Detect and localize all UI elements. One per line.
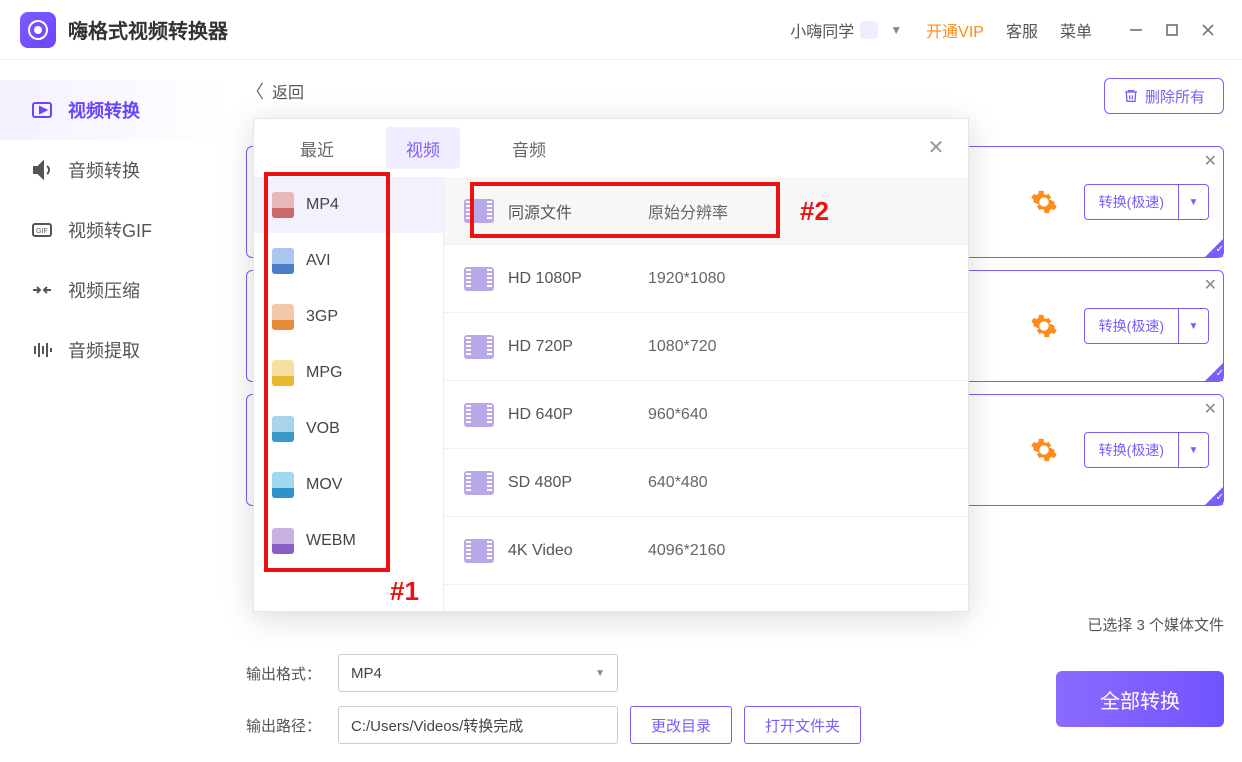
resolution-item[interactable]: HD 640P960*640	[444, 381, 968, 449]
format-list[interactable]: MP4 AVI 3GP MPG VOB MOV WEBM	[254, 177, 444, 611]
file-icon	[272, 416, 294, 442]
output-path-input[interactable]: C:/Users/Videos/转换完成	[338, 706, 618, 744]
film-icon	[464, 471, 494, 495]
film-icon	[464, 539, 494, 563]
titlebar: 嗨格式视频转换器 小嗨同学 ▼ 开通VIP 客服 菜单	[0, 0, 1242, 60]
extract-icon	[30, 338, 54, 362]
minimize-button[interactable]	[1122, 16, 1150, 44]
resolution-list[interactable]: 同源文件原始分辨率 HD 1080P1920*1080 HD 720P1080*…	[444, 177, 968, 611]
convert-button[interactable]: 转换(极速)	[1084, 184, 1179, 220]
output-format-label: 输出格式：	[246, 663, 326, 684]
sidebar-item-video-compress[interactable]: 视频压缩	[0, 260, 228, 320]
format-item-avi[interactable]: AVI	[254, 233, 443, 289]
sidebar-label: 音频转换	[68, 157, 140, 183]
film-icon	[464, 403, 494, 427]
close-button[interactable]	[1194, 16, 1222, 44]
popup-tab-audio[interactable]: 音频	[492, 127, 566, 169]
convert-button[interactable]: 转换(极速)	[1084, 432, 1179, 468]
format-item-3gp[interactable]: 3GP	[254, 289, 443, 345]
format-popup: 最近 视频 音频 ✕ MP4 AVI 3GP MPG VOB MOV WEBM …	[253, 118, 969, 612]
chevron-left-icon: 〈	[246, 78, 264, 104]
film-icon	[464, 199, 494, 223]
resolution-item[interactable]: SD 480P640*480	[444, 449, 968, 517]
sidebar-item-video-convert[interactable]: 视频转换	[0, 80, 228, 140]
sidebar-item-audio-extract[interactable]: 音频提取	[0, 320, 228, 380]
settings-icon[interactable]	[1030, 188, 1058, 216]
file-icon	[272, 304, 294, 330]
file-icon	[272, 528, 294, 554]
support-link[interactable]: 客服	[1006, 18, 1038, 42]
popup-tab-video[interactable]: 视频	[386, 127, 460, 169]
file-icon	[272, 360, 294, 386]
audio-convert-icon	[30, 158, 54, 182]
convert-button[interactable]: 转换(极速)	[1084, 308, 1179, 344]
delete-all-button[interactable]: 删除所有	[1104, 78, 1224, 114]
change-dir-button[interactable]: 更改目录	[630, 706, 732, 744]
user-dropdown-caret[interactable]: ▼	[890, 23, 902, 37]
convert-dropdown[interactable]: ▼	[1179, 308, 1209, 344]
format-item-mov[interactable]: MOV	[254, 457, 443, 513]
video-convert-icon	[30, 98, 54, 122]
film-icon	[464, 335, 494, 359]
gif-icon: GIF	[30, 218, 54, 242]
sidebar: 视频转换 音频转换 GIF 视频转GIF 视频压缩 音频提取	[0, 60, 228, 762]
sidebar-label: 视频压缩	[68, 277, 140, 303]
file-icon	[272, 248, 294, 274]
film-icon	[464, 267, 494, 291]
checkmark-icon	[1205, 363, 1223, 381]
card-close-icon[interactable]: ✕	[1204, 399, 1217, 419]
convert-all-button[interactable]: 全部转换	[1056, 671, 1224, 727]
format-item-vob[interactable]: VOB	[254, 401, 443, 457]
resolution-item[interactable]: HD 720P1080*720	[444, 313, 968, 381]
maximize-button[interactable]	[1158, 16, 1186, 44]
settings-icon[interactable]	[1030, 312, 1058, 340]
back-button[interactable]: 〈 返回	[246, 78, 1224, 104]
compress-icon	[30, 278, 54, 302]
popup-close-icon[interactable]: ✕	[922, 133, 950, 161]
sidebar-label: 视频转换	[68, 97, 140, 123]
selection-status: 已选择 3 个媒体文件	[1087, 614, 1224, 635]
format-item-mpg[interactable]: MPG	[254, 345, 443, 401]
sidebar-item-video-gif[interactable]: GIF 视频转GIF	[0, 200, 228, 260]
settings-icon[interactable]	[1030, 436, 1058, 464]
checkmark-icon	[1205, 239, 1223, 257]
resolution-item[interactable]: HD 1080P1920*1080	[444, 245, 968, 313]
file-icon	[272, 192, 294, 218]
app-title: 嗨格式视频转换器	[68, 15, 228, 44]
trash-icon	[1123, 88, 1139, 104]
resolution-item[interactable]: 同源文件原始分辨率	[444, 177, 968, 245]
menu-link[interactable]: 菜单	[1060, 18, 1092, 42]
svg-text:GIF: GIF	[36, 228, 48, 235]
user-badge-icon	[860, 21, 878, 39]
format-item-mp4[interactable]: MP4	[254, 177, 443, 233]
sidebar-label: 视频转GIF	[68, 217, 152, 243]
resolution-item[interactable]: 4K Video4096*2160	[444, 517, 968, 585]
output-path-label: 输出路径：	[246, 715, 326, 736]
checkmark-icon	[1205, 487, 1223, 505]
output-format-select[interactable]: MP4 ▼	[338, 654, 618, 692]
chevron-down-icon: ▼	[595, 668, 605, 679]
popup-tab-recent[interactable]: 最近	[280, 127, 354, 169]
sidebar-label: 音频提取	[68, 337, 140, 363]
convert-dropdown[interactable]: ▼	[1179, 184, 1209, 220]
user-name[interactable]: 小嗨同学	[790, 18, 854, 42]
convert-dropdown[interactable]: ▼	[1179, 432, 1209, 468]
card-close-icon[interactable]: ✕	[1204, 151, 1217, 171]
format-item-webm[interactable]: WEBM	[254, 513, 443, 569]
sidebar-item-audio-convert[interactable]: 音频转换	[0, 140, 228, 200]
open-folder-button[interactable]: 打开文件夹	[744, 706, 861, 744]
file-icon	[272, 472, 294, 498]
back-label: 返回	[272, 79, 304, 103]
card-close-icon[interactable]: ✕	[1204, 275, 1217, 295]
vip-link[interactable]: 开通VIP	[926, 18, 984, 42]
app-logo	[20, 12, 56, 48]
